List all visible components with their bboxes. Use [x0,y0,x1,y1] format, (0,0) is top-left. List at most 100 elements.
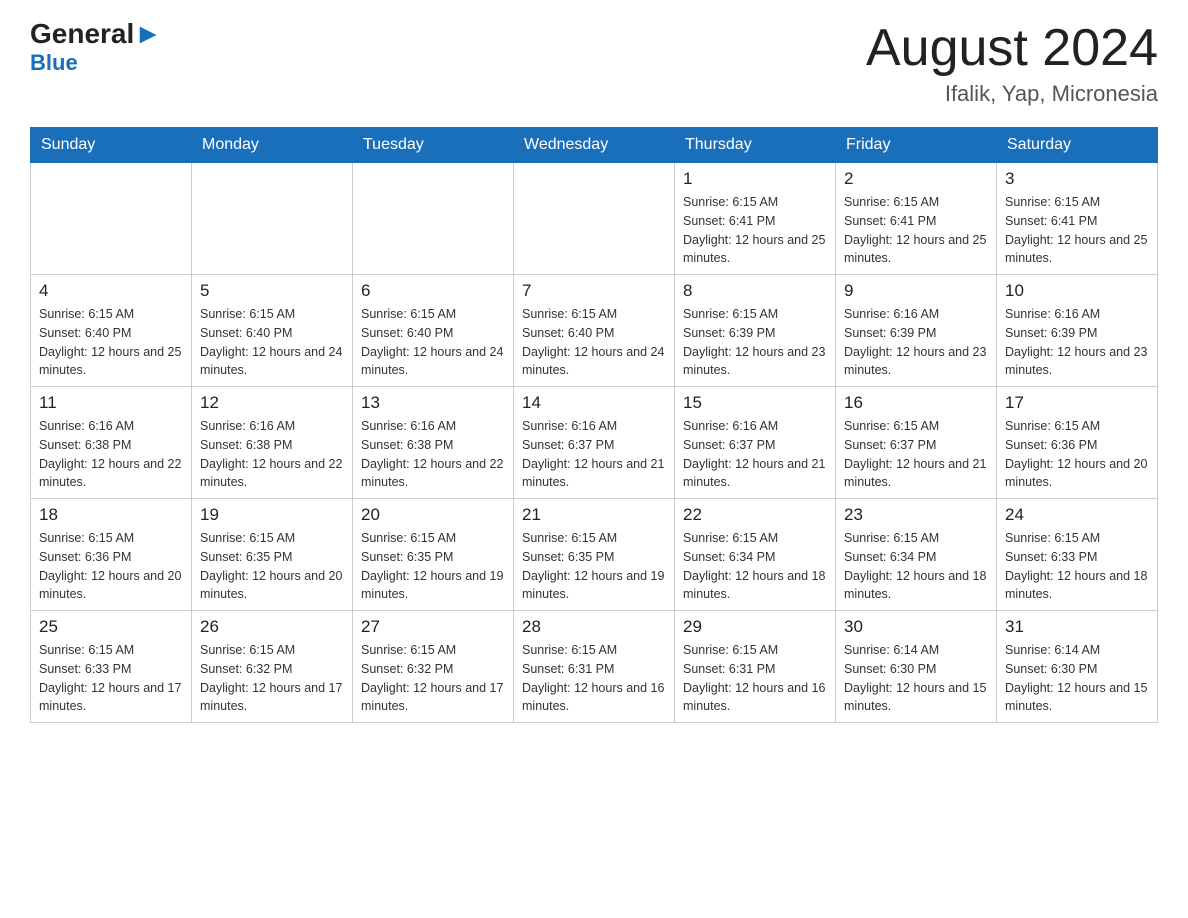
calendar-week-row: 1 Sunrise: 6:15 AMSunset: 6:41 PMDaylight… [31,163,1158,275]
day-number: 23 [844,505,988,525]
logo-text: General► [30,20,162,48]
day-info: Sunrise: 6:15 AMSunset: 6:35 PMDaylight:… [361,529,505,604]
title-block: August 2024 Ifalik, Yap, Micronesia [866,20,1158,107]
day-number: 11 [39,393,183,413]
calendar-cell: 28 Sunrise: 6:15 AMSunset: 6:31 PMDayligh… [514,611,675,723]
day-info: Sunrise: 6:15 AMSunset: 6:40 PMDaylight:… [39,305,183,380]
calendar-cell: 26Sunrise: 6:15 AMSunset: 6:32 PMDayligh… [192,611,353,723]
calendar-cell [192,163,353,275]
day-info: Sunrise: 6:14 AMSunset: 6:30 PMDaylight:… [844,641,988,716]
day-info: Sunrise: 6:15 AMSunset: 6:41 PMDaylight:… [1005,193,1149,268]
day-info: Sunrise: 6:15 AMSunset: 6:36 PMDaylight:… [1005,417,1149,492]
location-title: Ifalik, Yap, Micronesia [866,81,1158,107]
day-info: Sunrise: 6:16 AMSunset: 6:38 PMDaylight:… [200,417,344,492]
day-number: 8 [683,281,827,301]
day-info: Sunrise: 6:16 AMSunset: 6:39 PMDaylight:… [1005,305,1149,380]
day-number: 20 [361,505,505,525]
col-wednesday: Wednesday [514,128,675,163]
day-info: Sunrise: 6:15 AMSunset: 6:39 PMDaylight:… [683,305,827,380]
logo-blue: Blue [30,50,78,76]
calendar-cell: 19 Sunrise: 6:15 AMSunset: 6:35 PMDayligh… [192,499,353,611]
day-number: 9 [844,281,988,301]
day-info: Sunrise: 6:15 AMSunset: 6:34 PMDaylight:… [844,529,988,604]
calendar-cell: 2 Sunrise: 6:15 AMSunset: 6:41 PMDaylight… [836,163,997,275]
calendar-cell: 5Sunrise: 6:15 AMSunset: 6:40 PMDaylight… [192,275,353,387]
day-info: Sunrise: 6:15 AMSunset: 6:31 PMDaylight:… [522,641,666,716]
day-number: 6 [361,281,505,301]
day-number: 28 [522,617,666,637]
day-number: 1 [683,169,827,189]
calendar-cell: 25 Sunrise: 6:15 AMSunset: 6:33 PMDayligh… [31,611,192,723]
col-tuesday: Tuesday [353,128,514,163]
calendar-cell: 17 Sunrise: 6:15 AMSunset: 6:36 PMDayligh… [997,387,1158,499]
day-number: 22 [683,505,827,525]
calendar-week-row: 18Sunrise: 6:15 AMSunset: 6:36 PMDayligh… [31,499,1158,611]
calendar-cell: 31 Sunrise: 6:14 AMSunset: 6:30 PMDayligh… [997,611,1158,723]
day-info: Sunrise: 6:15 AMSunset: 6:35 PMDaylight:… [200,529,344,604]
calendar-cell: 9Sunrise: 6:16 AMSunset: 6:39 PMDaylight… [836,275,997,387]
col-saturday: Saturday [997,128,1158,163]
day-info: Sunrise: 6:14 AMSunset: 6:30 PMDaylight:… [1005,641,1149,716]
day-number: 17 [1005,393,1149,413]
day-info: Sunrise: 6:16 AMSunset: 6:37 PMDaylight:… [522,417,666,492]
calendar-cell: 23 Sunrise: 6:15 AMSunset: 6:34 PMDayligh… [836,499,997,611]
day-info: Sunrise: 6:15 AMSunset: 6:32 PMDaylight:… [200,641,344,716]
calendar-header-row: Sunday Monday Tuesday Wednesday Thursday… [31,128,1158,163]
day-info: Sunrise: 6:15 AMSunset: 6:37 PMDaylight:… [844,417,988,492]
day-number: 29 [683,617,827,637]
calendar-cell: 8 Sunrise: 6:15 AMSunset: 6:39 PMDaylight… [675,275,836,387]
day-info: Sunrise: 6:15 AMSunset: 6:41 PMDaylight:… [683,193,827,268]
calendar-cell: 21Sunrise: 6:15 AMSunset: 6:35 PMDayligh… [514,499,675,611]
calendar-cell: 1 Sunrise: 6:15 AMSunset: 6:41 PMDaylight… [675,163,836,275]
col-monday: Monday [192,128,353,163]
calendar-week-row: 4Sunrise: 6:15 AMSunset: 6:40 PMDaylight… [31,275,1158,387]
col-sunday: Sunday [31,128,192,163]
calendar-week-row: 11 Sunrise: 6:16 AMSunset: 6:38 PMDayligh… [31,387,1158,499]
day-number: 16 [844,393,988,413]
day-number: 21 [522,505,666,525]
day-number: 27 [361,617,505,637]
day-number: 13 [361,393,505,413]
calendar-cell: 14 Sunrise: 6:16 AMSunset: 6:37 PMDayligh… [514,387,675,499]
day-number: 25 [39,617,183,637]
day-info: Sunrise: 6:15 AMSunset: 6:32 PMDaylight:… [361,641,505,716]
day-number: 2 [844,169,988,189]
day-info: Sunrise: 6:15 AMSunset: 6:33 PMDaylight:… [1005,529,1149,604]
col-thursday: Thursday [675,128,836,163]
calendar-cell [353,163,514,275]
calendar-cell: 22 Sunrise: 6:15 AMSunset: 6:34 PMDayligh… [675,499,836,611]
calendar-cell: 27 Sunrise: 6:15 AMSunset: 6:32 PMDayligh… [353,611,514,723]
day-info: Sunrise: 6:15 AMSunset: 6:40 PMDaylight:… [200,305,344,380]
day-number: 14 [522,393,666,413]
day-info: Sunrise: 6:16 AMSunset: 6:38 PMDaylight:… [361,417,505,492]
calendar-table: Sunday Monday Tuesday Wednesday Thursday… [30,127,1158,723]
month-title: August 2024 [866,20,1158,77]
day-number: 10 [1005,281,1149,301]
calendar-cell: 18Sunrise: 6:15 AMSunset: 6:36 PMDayligh… [31,499,192,611]
day-info: Sunrise: 6:15 AMSunset: 6:31 PMDaylight:… [683,641,827,716]
calendar-cell: 4Sunrise: 6:15 AMSunset: 6:40 PMDaylight… [31,275,192,387]
day-info: Sunrise: 6:15 AMSunset: 6:34 PMDaylight:… [683,529,827,604]
calendar-cell: 24Sunrise: 6:15 AMSunset: 6:33 PMDayligh… [997,499,1158,611]
day-number: 3 [1005,169,1149,189]
calendar-cell: 20 Sunrise: 6:15 AMSunset: 6:35 PMDayligh… [353,499,514,611]
calendar-cell: 10 Sunrise: 6:16 AMSunset: 6:39 PMDayligh… [997,275,1158,387]
col-friday: Friday [836,128,997,163]
day-info: Sunrise: 6:15 AMSunset: 6:41 PMDaylight:… [844,193,988,268]
day-info: Sunrise: 6:15 AMSunset: 6:40 PMDaylight:… [522,305,666,380]
day-info: Sunrise: 6:16 AMSunset: 6:38 PMDaylight:… [39,417,183,492]
calendar-cell: 3 Sunrise: 6:15 AMSunset: 6:41 PMDaylight… [997,163,1158,275]
calendar-cell: 11 Sunrise: 6:16 AMSunset: 6:38 PMDayligh… [31,387,192,499]
day-number: 19 [200,505,344,525]
calendar-cell: 7Sunrise: 6:15 AMSunset: 6:40 PMDaylight… [514,275,675,387]
day-number: 30 [844,617,988,637]
calendar-cell: 16 Sunrise: 6:15 AMSunset: 6:37 PMDayligh… [836,387,997,499]
calendar-cell [514,163,675,275]
day-info: Sunrise: 6:15 AMSunset: 6:33 PMDaylight:… [39,641,183,716]
calendar-cell: 12 Sunrise: 6:16 AMSunset: 6:38 PMDayligh… [192,387,353,499]
calendar-week-row: 25 Sunrise: 6:15 AMSunset: 6:33 PMDayligh… [31,611,1158,723]
day-number: 31 [1005,617,1149,637]
day-info: Sunrise: 6:15 AMSunset: 6:36 PMDaylight:… [39,529,183,604]
day-number: 12 [200,393,344,413]
calendar-cell: 29 Sunrise: 6:15 AMSunset: 6:31 PMDayligh… [675,611,836,723]
